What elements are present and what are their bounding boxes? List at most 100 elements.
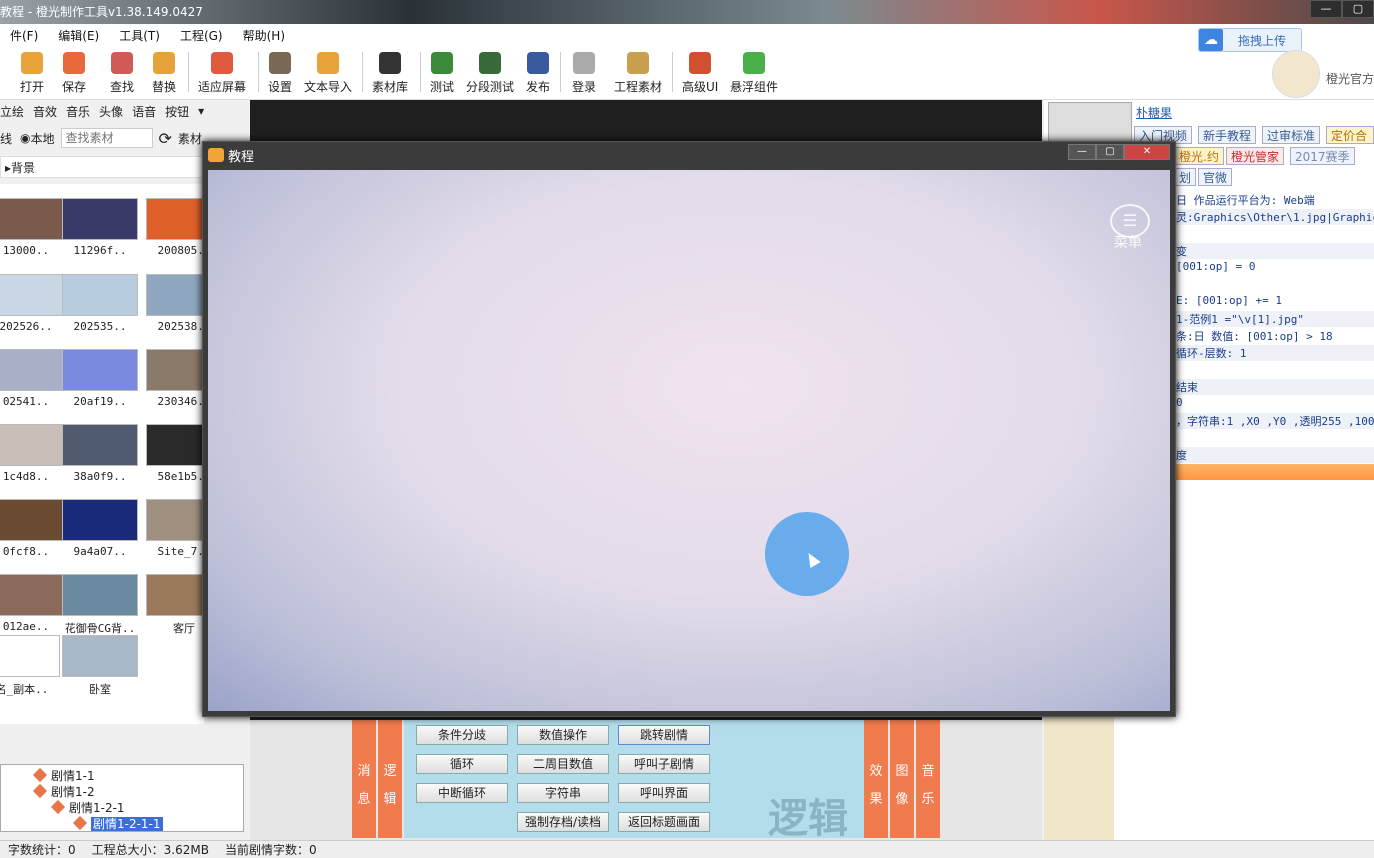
toolbar-library-button[interactable]: 素材库: [372, 52, 408, 95]
force-save-button[interactable]: 强制存档/读档: [517, 812, 609, 832]
cat-lihui[interactable]: 立绘: [0, 103, 24, 120]
tree-node[interactable]: 剧情1-1: [32, 767, 95, 784]
asset-thumbnail[interactable]: 名_副本..: [0, 635, 60, 696]
second-round-button[interactable]: 二周目数值: [517, 754, 609, 774]
script-line[interactable]: 度: [1176, 447, 1374, 463]
toolbar-folder-open-button[interactable]: 打开: [20, 52, 44, 95]
folder-background[interactable]: ▸背景: [0, 156, 204, 178]
cat-voice[interactable]: 语音: [132, 103, 156, 120]
script-line[interactable]: 循环-层数: 1: [1176, 345, 1374, 361]
asset-thumbnail[interactable]: 38a0f9..: [62, 424, 138, 484]
tag-pricing[interactable]: 定价合理: [1326, 126, 1374, 161]
official-label[interactable]: 橙光官方: [1326, 70, 1374, 87]
call-substory-button[interactable]: 呼叫子剧情: [618, 754, 710, 774]
chevron-down-icon[interactable]: ▾: [198, 104, 204, 118]
tag-manager[interactable]: 橙光管家: [1226, 147, 1285, 165]
cat-avatar[interactable]: 头像: [99, 103, 123, 120]
toolbar-float-widget-button[interactable]: 悬浮组件: [730, 52, 778, 95]
asset-thumbnail[interactable]: 11296f..: [62, 198, 138, 258]
script-line[interactable]: 0: [1176, 396, 1374, 409]
tab-image[interactable]: 图像: [890, 720, 914, 838]
official-avatar[interactable]: [1272, 50, 1320, 98]
toolbar-publish-button[interactable]: 发布: [526, 52, 550, 95]
condition-branch-button[interactable]: 条件分歧: [416, 725, 508, 745]
cat-sfx[interactable]: 音效: [33, 103, 57, 120]
menu-tools[interactable]: 工具(T): [109, 27, 170, 44]
loop-button[interactable]: 循环: [416, 754, 508, 774]
asset-thumbnail[interactable]: 0fcf8..: [0, 499, 64, 559]
toolbar-test-button[interactable]: 测试: [430, 52, 454, 95]
menu-project[interactable]: 工程(G): [170, 27, 233, 44]
tab-music[interactable]: 音乐: [916, 720, 940, 838]
toolbar-gear-button[interactable]: 设置: [268, 52, 292, 95]
radio-dot-icon[interactable]: ◉: [20, 131, 30, 145]
asset-search-input[interactable]: [60, 128, 153, 148]
tree-node[interactable]: 剧情1-2: [32, 783, 95, 800]
script-line[interactable]: E: [001:op] += 1: [1176, 294, 1374, 307]
toolbar-segment-test-button[interactable]: 分段测试: [466, 52, 514, 95]
tag-2017[interactable]: 2017赛季: [1290, 147, 1355, 165]
minimize-button[interactable]: —: [1310, 0, 1342, 18]
script-line[interactable]: 条:日 数值: [001:op] > 18: [1176, 328, 1374, 344]
tag-plan[interactable]: 划: [1174, 168, 1197, 186]
tree-node[interactable]: 剧情1-2-1: [50, 799, 125, 816]
upload-button[interactable]: ☁ 拖拽上传: [1198, 28, 1302, 52]
tag-review[interactable]: 过审标准: [1262, 126, 1321, 144]
toolbar-save-button[interactable]: 保存: [62, 52, 86, 95]
maximize-button[interactable]: ▢: [1342, 0, 1374, 18]
toolbar-replace-button[interactable]: 替换: [152, 52, 176, 95]
asset-thumbnail[interactable]: 花御骨CG背..: [62, 574, 138, 635]
asset-thumbnail[interactable]: 20af19..: [62, 349, 138, 409]
online-radio[interactable]: 线: [0, 130, 12, 147]
cat-music[interactable]: 音乐: [66, 103, 90, 120]
dialog-close-button[interactable]: ✕: [1124, 144, 1170, 160]
dialog-minimize-button[interactable]: —: [1068, 144, 1096, 160]
asset-thumbnail[interactable]: 02541..: [0, 349, 64, 409]
toolbar-project-assets-button[interactable]: 工程素材: [614, 52, 662, 95]
toolbar-text-import-button[interactable]: 文本导入: [304, 52, 352, 95]
dialog-maximize-button[interactable]: ▢: [1096, 144, 1124, 160]
menu-label[interactable]: 菜单: [1114, 232, 1142, 252]
menu-edit[interactable]: 编辑(E): [48, 27, 109, 44]
asset-thumbnail[interactable]: 012ae..: [0, 574, 64, 634]
break-loop-button[interactable]: 中断循环: [416, 783, 508, 803]
asset-thumbnail[interactable]: 9a4a07..: [62, 499, 138, 559]
value-op-button[interactable]: 数值操作: [517, 725, 609, 745]
return-title-button[interactable]: 返回标题画面: [618, 812, 710, 832]
asset-thumbnail[interactable]: 13000..: [0, 198, 64, 258]
script-line[interactable]: 日 作品运行平台为: Web端: [1176, 192, 1374, 208]
material-dropdown[interactable]: 素材: [178, 130, 202, 147]
game-preview[interactable]: [208, 170, 1170, 711]
user-name[interactable]: 朴糖果: [1136, 104, 1172, 121]
selected-line[interactable]: [1174, 464, 1374, 480]
tag-tutorial[interactable]: 新手教程: [1198, 126, 1257, 144]
asset-thumbnail[interactable]: 202535..: [62, 274, 138, 334]
menu-help[interactable]: 帮助(H): [233, 27, 295, 44]
string-button[interactable]: 字符串: [517, 783, 609, 803]
local-radio[interactable]: 本地: [31, 130, 55, 147]
tab-effect[interactable]: 效果: [864, 720, 888, 838]
jump-story-button[interactable]: 跳转剧情: [618, 725, 710, 745]
refresh-icon[interactable]: ⟳: [159, 129, 172, 148]
tag-wechat[interactable]: 官微: [1198, 168, 1233, 186]
asset-thumbnail[interactable]: 1c4d8..: [0, 424, 64, 484]
tag-yue[interactable]: 橙光.约: [1174, 147, 1224, 165]
script-line[interactable]: 1-范例1 ="\v[1].jpg": [1176, 311, 1374, 327]
asset-thumbnail[interactable]: 202526..: [0, 274, 64, 334]
script-line[interactable]: [001:op] = 0: [1176, 260, 1374, 273]
toolbar-search-button[interactable]: 查找: [110, 52, 134, 95]
tree-node-selected[interactable]: 剧情1-2-1-1: [72, 815, 163, 832]
toolbar-advanced-ui-button[interactable]: 高级UI: [682, 52, 718, 95]
script-line[interactable]: 结束: [1176, 379, 1374, 395]
asset-thumbnail[interactable]: 卧室: [62, 635, 138, 696]
script-line[interactable]: ，字符串:1 ,X0 ,Y0 ,透明255 ,100%: [1176, 413, 1374, 429]
tab-logic[interactable]: 逻辑: [378, 720, 402, 838]
call-ui-button[interactable]: 呼叫界面: [618, 783, 710, 803]
tab-message[interactable]: 消息: [352, 720, 376, 838]
toolbar-fit-screen-button[interactable]: 适应屏幕: [198, 52, 246, 95]
cat-button[interactable]: 按钮: [165, 103, 189, 120]
script-line[interactable]: 灵:Graphics\Other\1.jpg|Graphics\O: [1176, 209, 1374, 225]
toolbar-login-button[interactable]: 登录: [572, 52, 596, 95]
script-line[interactable]: 变: [1176, 243, 1374, 259]
menu-file[interactable]: 件(F): [0, 27, 48, 44]
